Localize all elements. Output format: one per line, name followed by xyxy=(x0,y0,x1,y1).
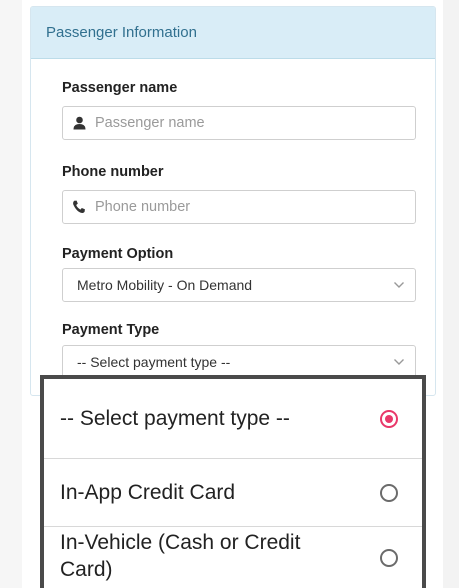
passenger-name-placeholder: Passenger name xyxy=(95,115,205,131)
payment-option-value: Metro Mobility - On Demand xyxy=(77,277,253,293)
picker-option-in-vehicle[interactable]: In-Vehicle (Cash or Credit Card) xyxy=(44,527,422,588)
panel-title: Passenger Information xyxy=(46,24,197,41)
picker-option-label: -- Select payment type -- xyxy=(60,407,290,430)
phone-icon xyxy=(63,200,95,214)
chevron-down-icon xyxy=(394,282,404,288)
phone-number-label: Phone number xyxy=(62,164,164,180)
user-icon xyxy=(63,116,95,130)
background-strip-right xyxy=(443,0,459,588)
radio-selected-icon[interactable] xyxy=(380,409,398,428)
picker-option-in-app-credit-card[interactable]: In-App Credit Card xyxy=(44,459,422,527)
chevron-down-icon xyxy=(394,359,404,365)
passenger-name-label: Passenger name xyxy=(62,80,178,96)
payment-type-value: -- Select payment type -- xyxy=(77,354,231,370)
payment-type-picker: -- Select payment type -- In-App Credit … xyxy=(40,375,426,588)
payment-type-select[interactable]: -- Select payment type -- xyxy=(62,345,416,379)
picker-option-select-payment-type[interactable]: -- Select payment type -- xyxy=(44,379,422,459)
phone-number-input[interactable]: Phone number xyxy=(62,190,416,224)
picker-option-label: In-App Credit Card xyxy=(60,481,236,504)
radio-unselected-icon[interactable] xyxy=(380,549,398,567)
background-strip-left xyxy=(0,0,22,588)
payment-option-label: Payment Option xyxy=(62,246,174,262)
payment-type-label: Payment Type xyxy=(62,322,160,338)
phone-number-placeholder: Phone number xyxy=(95,199,191,215)
radio-unselected-icon[interactable] xyxy=(380,483,398,502)
payment-option-select[interactable]: Metro Mobility - On Demand xyxy=(62,268,416,302)
picker-option-label: In-Vehicle (Cash or Credit Card) xyxy=(60,531,301,581)
panel-header: Passenger Information xyxy=(31,7,435,59)
passenger-name-input[interactable]: Passenger name xyxy=(62,106,416,140)
